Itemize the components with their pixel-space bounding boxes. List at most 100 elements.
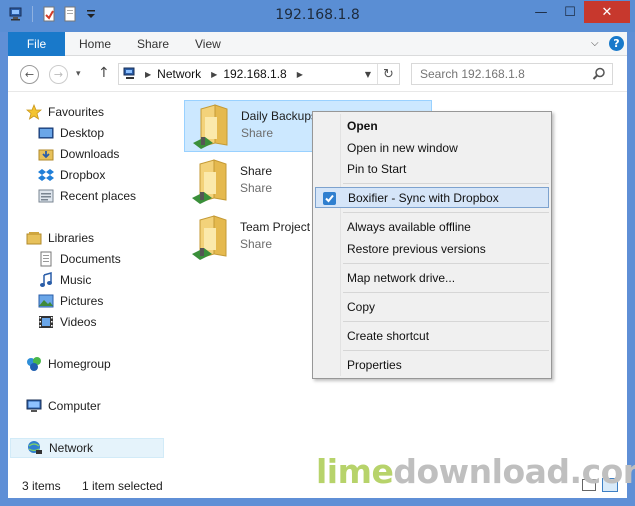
dropbox-icon <box>38 169 54 181</box>
search-box[interactable] <box>411 63 613 85</box>
address-bar[interactable]: ▶ Network ▶ 192.168.1.8 ▶ ▼ ↻ <box>118 63 400 85</box>
sidebar-item-label: Recent places <box>60 189 137 203</box>
search-input[interactable] <box>412 64 582 84</box>
homegroup-icon <box>27 357 41 371</box>
minimize-button[interactable]: — <box>526 1 556 23</box>
pictures-icon <box>38 294 54 308</box>
file-name: Team Project <box>240 220 311 234</box>
menu-item-always-offline[interactable]: Always available offline <box>315 216 549 237</box>
breadcrumb-network[interactable]: Network <box>157 67 201 81</box>
watermark-logo: limedownload.com <box>316 452 635 491</box>
file-type: Share <box>240 181 273 195</box>
menu-item-label: Boxifier - Sync with Dropbox <box>348 190 499 205</box>
shared-folder-icon <box>193 104 228 149</box>
menu-separator <box>343 321 549 322</box>
tab-share[interactable]: Share <box>137 32 169 56</box>
navigation-bar: ← → ▾ ↑ ▶ Network ▶ 192.168.1.8 ▶ ▼ ↻ <box>8 56 627 92</box>
libraries-icon <box>26 232 42 245</box>
documents-icon <box>40 251 52 267</box>
help-button[interactable]: ? <box>609 36 624 51</box>
expand-ribbon-chevron-icon[interactable]: ⌵ <box>591 38 599 49</box>
sidebar-item-label: Homegroup <box>48 357 111 371</box>
downloads-folder-icon <box>38 149 54 161</box>
watermark-part2: download.com <box>393 452 635 491</box>
sidebar-item-desktop[interactable]: Desktop <box>38 123 192 143</box>
sidebar-item-label: Dropbox <box>60 168 106 182</box>
menu-item-pin-to-start[interactable]: Pin to Start <box>315 158 549 179</box>
ribbon-tabs: File Home Share View ⌵ ? <box>8 32 627 56</box>
music-note-icon <box>40 272 52 287</box>
computer-icon <box>26 399 42 412</box>
sidebar-item-favourites[interactable]: Favourites <box>26 102 180 122</box>
context-menu: Open Open in new window Pin to Start Box… <box>312 111 552 379</box>
explorer-window: 192.168.1.8 — ☐ ✕ File Home Share View ⌵… <box>0 0 635 506</box>
menu-item-open-new-window[interactable]: Open in new window <box>315 137 549 158</box>
menu-item-map-drive[interactable]: Map network drive... <box>315 267 549 288</box>
boxifier-check-icon <box>323 192 336 205</box>
sidebar-item-label: Pictures <box>60 294 104 308</box>
menu-separator <box>343 212 549 213</box>
network-location-icon <box>123 67 135 79</box>
breadcrumb-separator-icon[interactable]: ▶ <box>145 70 151 79</box>
recent-places-icon <box>38 189 54 203</box>
sidebar-item-recent-places[interactable]: Recent places <box>38 186 192 206</box>
sidebar-item-label: Computer <box>48 399 101 413</box>
watermark-part1: lime <box>316 452 394 491</box>
menu-item-properties[interactable]: Properties <box>315 354 549 375</box>
sidebar-item-label: Desktop <box>60 126 105 140</box>
menu-separator <box>343 350 549 351</box>
sidebar-item-label: Libraries <box>48 231 95 245</box>
breadcrumb-host[interactable]: 192.168.1.8 <box>223 67 286 81</box>
maximize-button[interactable]: ☐ <box>556 1 584 23</box>
file-type: Share <box>240 237 273 251</box>
desktop-icon <box>38 127 54 139</box>
star-icon <box>26 104 42 120</box>
sidebar-item-music[interactable]: Music <box>38 270 192 290</box>
navigation-pane: Favourites Desktop Downloads Dropbox Rec… <box>8 92 166 474</box>
search-icon[interactable] <box>592 67 606 81</box>
sidebar-item-videos[interactable]: Videos <box>38 312 192 332</box>
sidebar-item-homegroup[interactable]: Homegroup <box>26 354 180 374</box>
tab-view[interactable]: View <box>195 32 221 56</box>
network-icon <box>28 441 42 454</box>
sidebar-item-documents[interactable]: Documents <box>38 249 192 269</box>
menu-item-restore-versions[interactable]: Restore previous versions <box>315 238 549 259</box>
breadcrumb-separator-icon[interactable]: ▶ <box>211 70 217 79</box>
back-button[interactable]: ← <box>20 65 39 84</box>
sidebar-item-libraries[interactable]: Libraries <box>26 228 180 248</box>
menu-separator <box>343 292 549 293</box>
file-name: Share <box>240 164 273 178</box>
menu-item-create-shortcut[interactable]: Create shortcut <box>315 325 549 346</box>
menu-item-copy[interactable]: Copy <box>315 296 549 317</box>
sidebar-item-computer[interactable]: Computer <box>26 396 180 416</box>
sidebar-item-label: Documents <box>60 252 121 266</box>
forward-button[interactable]: → <box>49 65 68 84</box>
menu-separator <box>343 263 549 264</box>
up-button[interactable]: ↑ <box>98 65 110 81</box>
sidebar-item-label: Music <box>60 273 92 287</box>
tab-home[interactable]: Home <box>79 32 111 56</box>
sidebar-item-dropbox[interactable]: Dropbox <box>38 165 192 185</box>
tab-file[interactable]: File <box>8 32 65 56</box>
sidebar-item-pictures[interactable]: Pictures <box>38 291 192 311</box>
file-type: Share <box>241 126 274 140</box>
shared-folder-icon <box>192 215 227 260</box>
sidebar-item-downloads[interactable]: Downloads <box>38 144 192 164</box>
file-name: Daily Backups <box>241 109 318 123</box>
breadcrumb-separator-icon[interactable]: ▶ <box>297 70 303 79</box>
shared-folder-icon <box>192 159 227 204</box>
selected-count: 1 item selected <box>82 479 163 493</box>
sidebar-item-label: Network <box>49 441 94 455</box>
address-history-dropdown-icon[interactable]: ▼ <box>365 70 371 79</box>
sidebar-item-network[interactable]: Network <box>10 438 164 458</box>
sidebar-item-label: Videos <box>60 315 97 329</box>
title-bar[interactable]: 192.168.1.8 — ☐ ✕ <box>0 0 635 32</box>
menu-item-boxifier[interactable]: Boxifier - Sync with Dropbox <box>315 187 549 208</box>
sidebar-item-label: Downloads <box>60 147 120 161</box>
close-button[interactable]: ✕ <box>584 1 630 23</box>
videos-icon <box>39 316 53 328</box>
sidebar-item-label: Favourites <box>48 105 105 119</box>
refresh-button[interactable]: ↻ <box>377 64 399 84</box>
menu-item-open[interactable]: Open <box>315 115 549 136</box>
recent-locations-dropdown-icon[interactable]: ▾ <box>76 69 81 79</box>
